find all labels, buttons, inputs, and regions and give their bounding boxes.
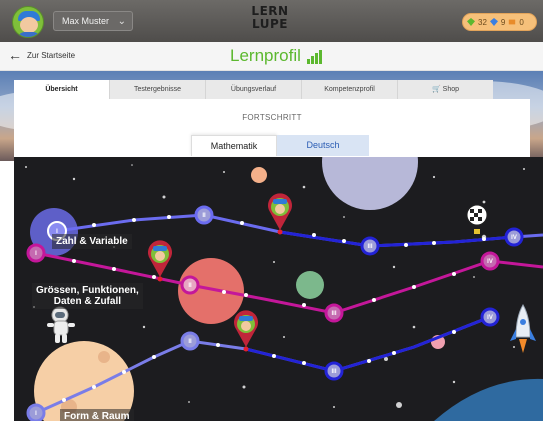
blue-count: 9 [500,17,506,27]
svg-text:II: II [188,339,192,345]
planet-small-peach [251,167,267,183]
green-gem-icon [467,18,475,26]
arrow-left-icon: ← [8,47,22,63]
astronaut-icon [47,306,75,343]
tab-kompetenzprofil[interactable]: Kompetenzprofil [302,80,398,99]
avatar-marker-groessen[interactable] [148,240,172,282]
avatar-marker-form[interactable] [234,310,258,352]
progress-map: I II III IV I II III IV I II III IV Zahl… [14,157,543,421]
svg-text:III: III [331,311,336,317]
svg-text:III: III [367,244,372,250]
orange-gem-icon [509,19,516,25]
tab-uebersicht[interactable]: Übersicht [14,80,110,99]
lernlupe-logo[interactable]: LERN LUPE [247,5,293,37]
orange-count: 0 [519,17,524,27]
bar-chart-icon [306,50,322,64]
overview-panel: FORTSCHRITT Mathematik Deutsch [14,99,530,157]
svg-text:IV: IV [487,315,493,321]
chevron-down-icon: ⌄ [117,16,126,27]
tab-testergebnisse[interactable]: Testergebnisse [110,80,206,99]
page-title: Lernprofil [230,46,322,66]
subject-tab-deutsch[interactable]: Deutsch [277,135,369,156]
blue-gem-icon [489,18,498,26]
svg-text:III: III [331,369,336,375]
green-count: 32 [478,17,487,27]
svg-text:IV: IV [511,235,517,241]
tab-shop[interactable]: 🛒 Shop [398,80,493,99]
planet-lavender [322,157,418,210]
rocket-icon [510,304,536,353]
planet-green [296,271,324,299]
cart-icon: 🛒 [431,86,441,93]
nav-bar: ← Zur Startseite Lernprofil [0,42,543,71]
user-name: Max Muster [62,16,110,26]
subject-tab-mathematik[interactable]: Mathematik [191,135,277,156]
top-bar: Max Muster ⌄ LERN LUPE 32 9 0 [0,0,543,42]
label-zahl-variable: Zahl & Variable [52,234,132,249]
user-select[interactable]: Max Muster ⌄ [53,11,133,31]
tab-uebungsverlauf[interactable]: Übungsverlauf [206,80,302,99]
balloon-icon [466,204,488,234]
label-form-raum: Form & Raum [60,409,134,421]
back-link[interactable]: ← Zur Startseite [8,47,76,63]
avatar-marker-zahl[interactable] [268,193,292,235]
user-avatar[interactable] [12,6,44,38]
svg-text:IV: IV [487,259,493,265]
svg-text:II: II [202,213,206,219]
section-title: FORTSCHRITT [242,113,302,122]
reward-counters[interactable]: 32 9 0 [462,13,537,31]
back-label: Zur Startseite [27,50,76,60]
earth-planet [434,378,543,421]
svg-text:II: II [188,283,192,289]
profile-tabs: Übersicht Testergebnisse Übungsverlauf K… [14,80,493,99]
label-groessen: Grössen, Funktionen, Daten & Zufall [32,283,143,309]
